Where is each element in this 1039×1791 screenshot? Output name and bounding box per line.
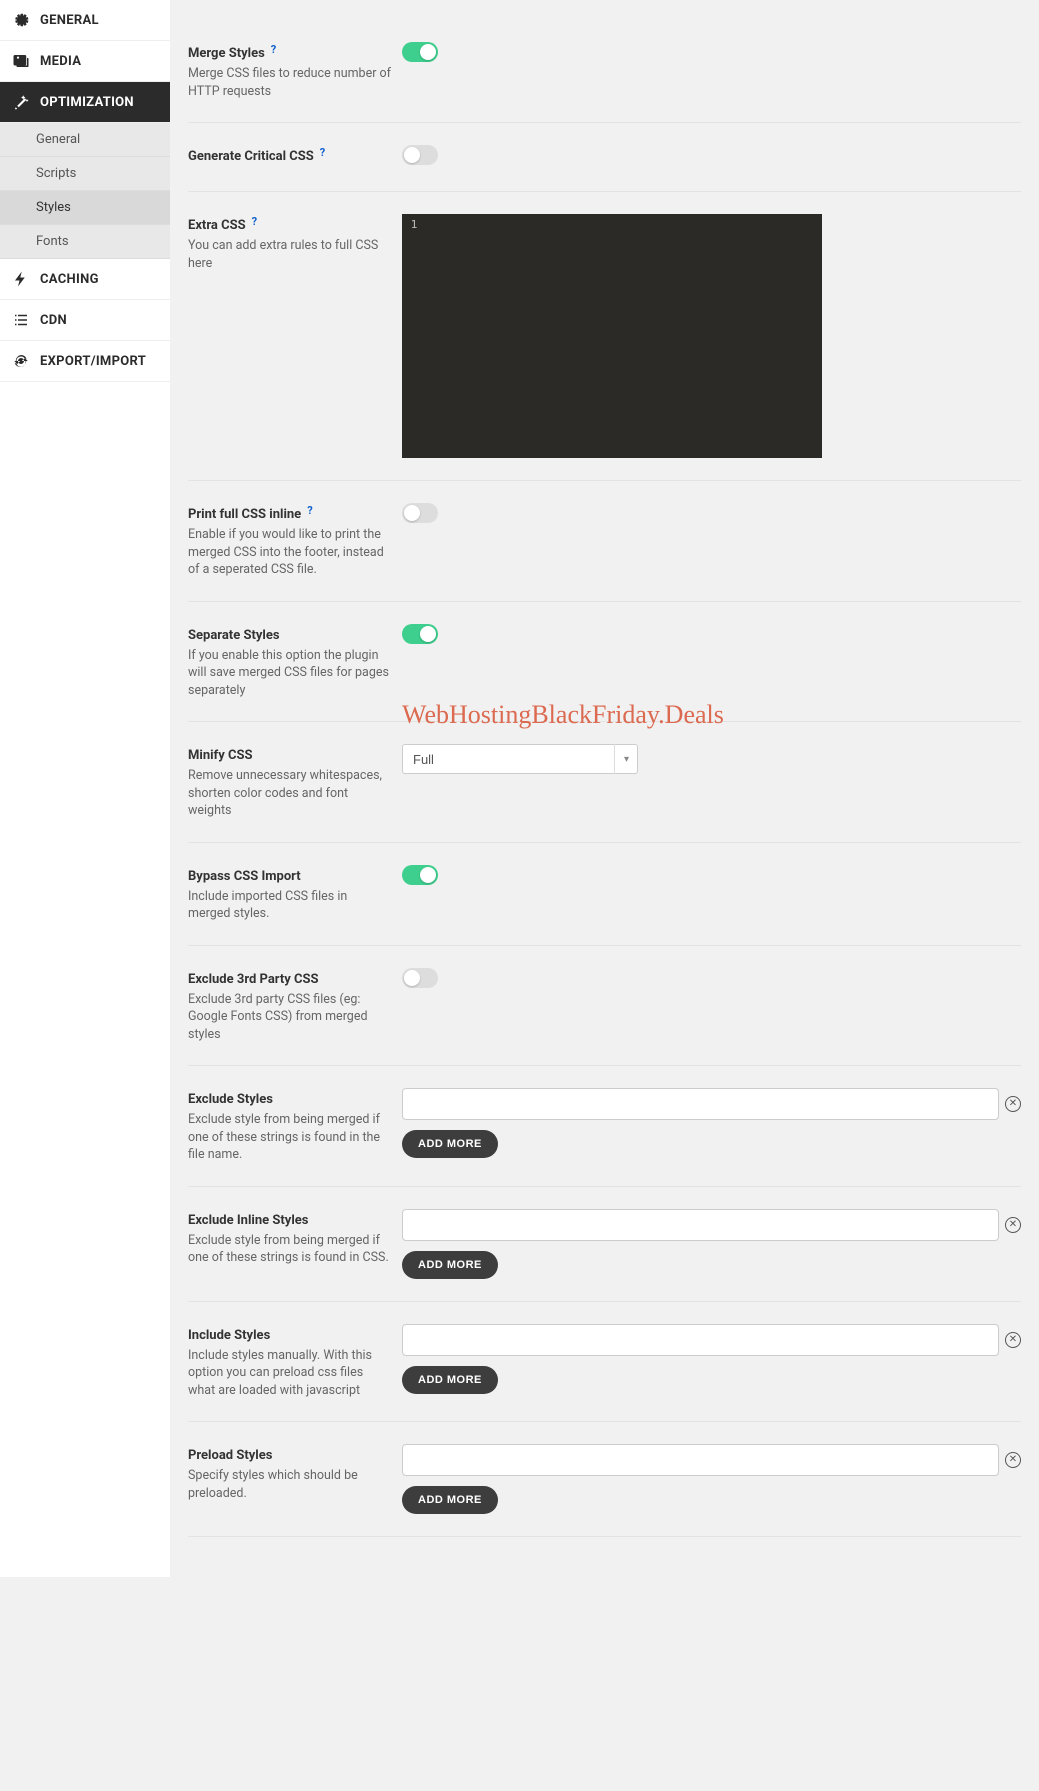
sidebar-sub-scripts[interactable]: Scripts bbox=[0, 157, 170, 191]
setting-generate-critical: Generate Critical CSS ? bbox=[188, 123, 1021, 192]
remove-icon[interactable]: ✕ bbox=[1005, 1452, 1021, 1468]
help-icon[interactable]: ? bbox=[252, 215, 264, 227]
setting-desc: Exclude style from being merged if one o… bbox=[188, 1111, 392, 1164]
select-minify-css[interactable]: Full bbox=[402, 744, 638, 774]
input-exclude-styles[interactable] bbox=[402, 1088, 999, 1120]
add-more-button[interactable]: ADD MORE bbox=[402, 1486, 498, 1514]
setting-desc: Enable if you would like to print the me… bbox=[188, 526, 392, 579]
gear-icon bbox=[12, 11, 30, 29]
toggle-separate-styles[interactable] bbox=[402, 624, 438, 644]
setting-print-inline: Print full CSS inline ? Enable if you wo… bbox=[188, 481, 1021, 602]
sidebar-item-label: GENERAL bbox=[40, 13, 99, 28]
wand-icon bbox=[12, 93, 30, 111]
code-editor-extra-css[interactable]: 1 bbox=[402, 214, 822, 458]
setting-desc: Include imported CSS files in merged sty… bbox=[188, 888, 392, 923]
setting-title: Print full CSS inline bbox=[188, 507, 301, 522]
help-icon[interactable]: ? bbox=[271, 43, 283, 55]
setting-include-styles: Include Styles Include styles manually. … bbox=[188, 1302, 1021, 1423]
setting-exclude-styles: Exclude Styles Exclude style from being … bbox=[188, 1066, 1021, 1187]
sidebar-sub-general[interactable]: General bbox=[0, 123, 170, 157]
help-icon[interactable]: ? bbox=[320, 146, 332, 158]
input-preload-styles[interactable] bbox=[402, 1444, 999, 1476]
toggle-merge-styles[interactable] bbox=[402, 42, 438, 62]
refresh-icon bbox=[12, 352, 30, 370]
sidebar-item-optimization[interactable]: OPTIMIZATION bbox=[0, 82, 170, 123]
input-include-styles[interactable] bbox=[402, 1324, 999, 1356]
setting-minify-css: Minify CSS Remove unnecessary whitespace… bbox=[188, 722, 1021, 843]
setting-title: Minify CSS bbox=[188, 748, 253, 763]
remove-icon[interactable]: ✕ bbox=[1005, 1096, 1021, 1112]
code-gutter: 1 bbox=[402, 214, 426, 458]
sidebar-item-cdn[interactable]: CDN bbox=[0, 300, 170, 341]
setting-desc: Exclude 3rd party CSS files (eg: Google … bbox=[188, 991, 392, 1044]
sidebar-item-label: CACHING bbox=[40, 272, 99, 287]
setting-preload-styles: Preload Styles Specify styles which shou… bbox=[188, 1422, 1021, 1537]
help-icon[interactable]: ? bbox=[307, 504, 319, 516]
setting-desc: Remove unnecessary whitespaces, shorten … bbox=[188, 767, 392, 820]
setting-title: Merge Styles bbox=[188, 46, 265, 61]
sidebar-sub-fonts[interactable]: Fonts bbox=[0, 225, 170, 259]
remove-icon[interactable]: ✕ bbox=[1005, 1217, 1021, 1233]
setting-title: Preload Styles bbox=[188, 1448, 272, 1463]
setting-title: Exclude Inline Styles bbox=[188, 1213, 308, 1228]
settings-panel: Merge Styles ? Merge CSS files to reduce… bbox=[170, 0, 1039, 1577]
toggle-exclude-3rd[interactable] bbox=[402, 968, 438, 988]
add-more-button[interactable]: ADD MORE bbox=[402, 1130, 498, 1158]
setting-desc: You can add extra rules to full CSS here bbox=[188, 237, 392, 272]
add-more-button[interactable]: ADD MORE bbox=[402, 1366, 498, 1394]
setting-title: Bypass CSS Import bbox=[188, 869, 301, 884]
bolt-icon bbox=[12, 270, 30, 288]
media-icon bbox=[12, 52, 30, 70]
setting-title: Exclude 3rd Party CSS bbox=[188, 972, 319, 987]
setting-title: Exclude Styles bbox=[188, 1092, 273, 1107]
setting-title: Include Styles bbox=[188, 1328, 270, 1343]
list-icon bbox=[12, 311, 30, 329]
setting-title: Generate Critical CSS bbox=[188, 149, 314, 164]
setting-exclude-inline: Exclude Inline Styles Exclude style from… bbox=[188, 1187, 1021, 1302]
toggle-bypass-import[interactable] bbox=[402, 865, 438, 885]
sidebar-item-export-import[interactable]: EXPORT/IMPORT bbox=[0, 341, 170, 382]
setting-bypass-import: Bypass CSS Import Include imported CSS f… bbox=[188, 843, 1021, 946]
setting-merge-styles: Merge Styles ? Merge CSS files to reduce… bbox=[188, 20, 1021, 123]
setting-desc: Merge CSS files to reduce number of HTTP… bbox=[188, 65, 392, 100]
setting-desc: Include styles manually. With this optio… bbox=[188, 1347, 392, 1400]
sidebar-item-label: OPTIMIZATION bbox=[40, 95, 134, 110]
sidebar-item-caching[interactable]: CACHING bbox=[0, 259, 170, 300]
setting-title: Extra CSS bbox=[188, 218, 246, 233]
setting-desc: Exclude style from being merged if one o… bbox=[188, 1232, 392, 1267]
setting-separate-styles: Separate Styles If you enable this optio… bbox=[188, 602, 1021, 723]
sidebar-item-label: MEDIA bbox=[40, 54, 81, 69]
sidebar-submenu: General Scripts Styles Fonts bbox=[0, 123, 170, 259]
toggle-generate-critical[interactable] bbox=[402, 145, 438, 165]
sidebar-item-label: CDN bbox=[40, 313, 67, 328]
sidebar-item-label: EXPORT/IMPORT bbox=[40, 354, 146, 369]
toggle-print-inline[interactable] bbox=[402, 503, 438, 523]
sidebar-item-media[interactable]: MEDIA bbox=[0, 41, 170, 82]
setting-extra-css: Extra CSS ? You can add extra rules to f… bbox=[188, 192, 1021, 481]
input-exclude-inline[interactable] bbox=[402, 1209, 999, 1241]
sidebar-sub-styles[interactable]: Styles bbox=[0, 191, 170, 225]
remove-icon[interactable]: ✕ bbox=[1005, 1332, 1021, 1348]
setting-desc: If you enable this option the plugin wil… bbox=[188, 647, 392, 700]
setting-desc: Specify styles which should be preloaded… bbox=[188, 1467, 392, 1502]
setting-title: Separate Styles bbox=[188, 628, 280, 643]
sidebar: GENERAL MEDIA OPTIMIZATION General Scrip… bbox=[0, 0, 170, 1577]
sidebar-item-general[interactable]: GENERAL bbox=[0, 0, 170, 41]
setting-exclude-3rd: Exclude 3rd Party CSS Exclude 3rd party … bbox=[188, 946, 1021, 1067]
add-more-button[interactable]: ADD MORE bbox=[402, 1251, 498, 1279]
